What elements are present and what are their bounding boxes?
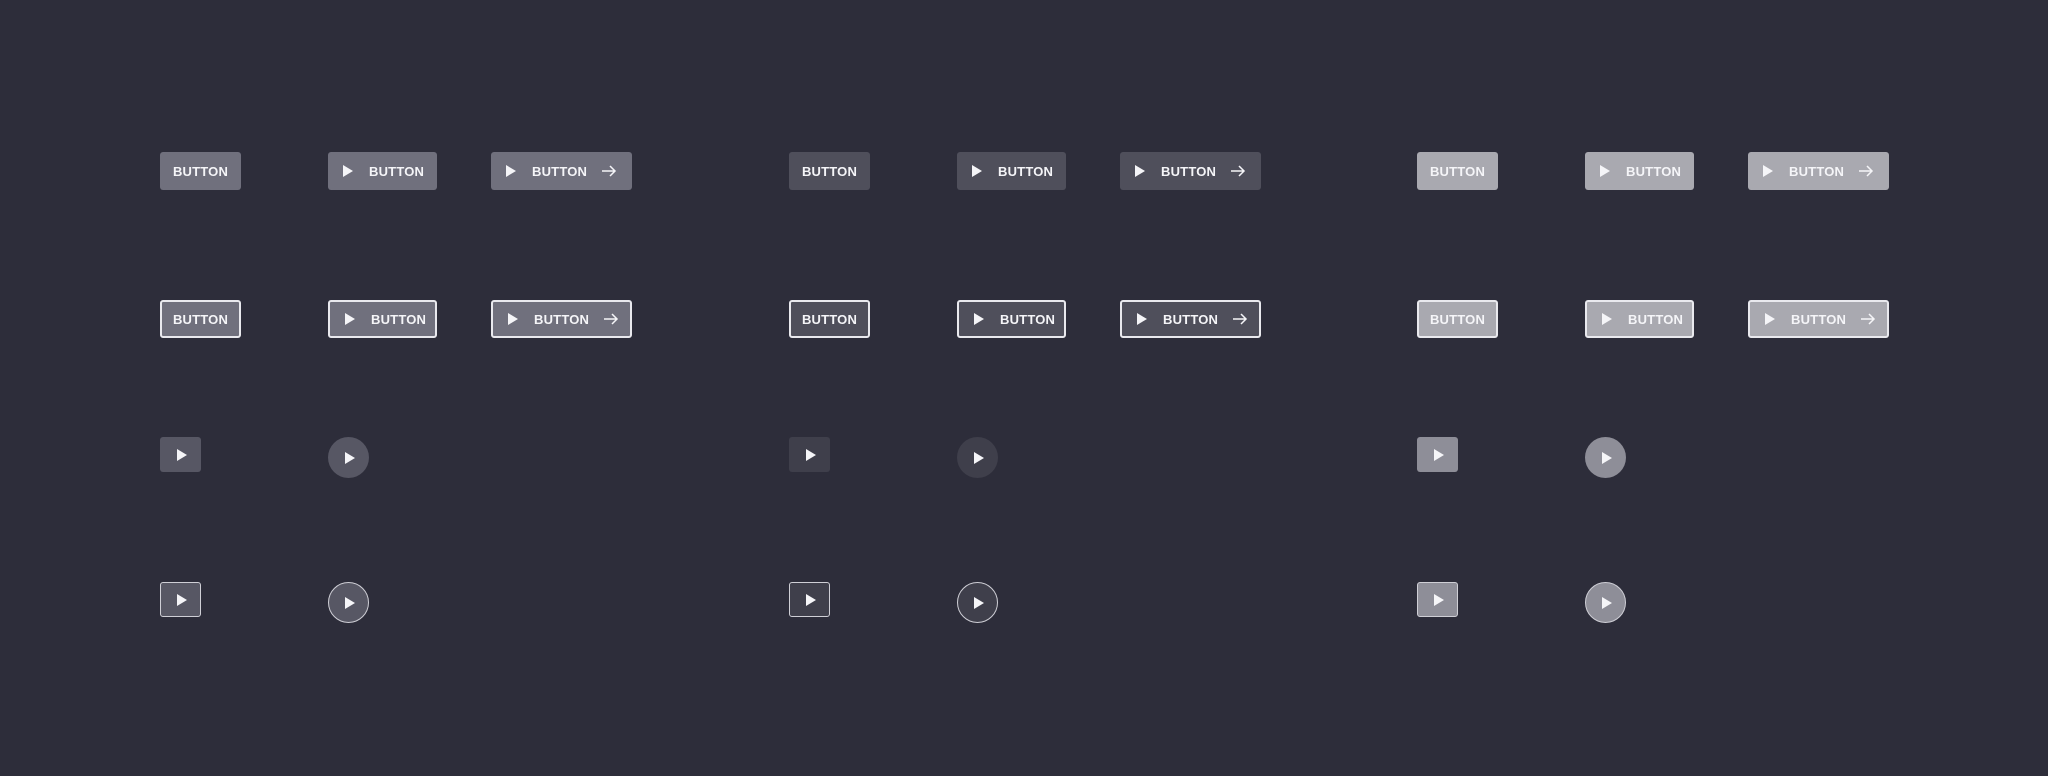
play-icon (806, 593, 816, 606)
button-label: BUTTON (532, 163, 588, 179)
play-icon (345, 313, 355, 325)
play-icon (1434, 448, 1444, 461)
button-label: BUTTON (172, 163, 229, 179)
play-icon (1137, 313, 1147, 325)
play-square-button-g3[interactable] (1417, 437, 1458, 472)
button-filled-play-g3[interactable]: BUTTON (1585, 152, 1694, 190)
button-outline-play-g3[interactable]: BUTTON (1585, 300, 1694, 338)
play-circle-button-g3[interactable] (1585, 437, 1626, 478)
button-label: BUTTON (801, 311, 858, 327)
play-icon (1765, 313, 1775, 325)
play-icon (177, 448, 187, 461)
play-icon (974, 596, 984, 609)
button-outline-g1[interactable]: BUTTON (160, 300, 241, 338)
button-label: BUTTON (801, 163, 858, 179)
play-icon (345, 451, 355, 464)
arrow-right-icon (1232, 312, 1248, 326)
button-filled-play-g2[interactable]: BUTTON (957, 152, 1066, 190)
button-label: BUTTON (172, 311, 229, 327)
play-icon (1763, 165, 1773, 177)
play-icon (974, 451, 984, 464)
play-circle-button-g2[interactable] (957, 437, 998, 478)
button-label: BUTTON (534, 311, 590, 327)
play-icon (1602, 313, 1612, 325)
play-circle-outline-button-g2[interactable] (957, 582, 998, 623)
play-icon (1135, 165, 1145, 177)
button-filled-play-g1[interactable]: BUTTON (328, 152, 437, 190)
button-outline-g2[interactable]: BUTTON (789, 300, 870, 338)
play-icon (1434, 593, 1444, 606)
button-outline-play-arrow-g3[interactable]: BUTTON (1748, 300, 1889, 338)
play-square-outline-button-g3[interactable] (1417, 582, 1458, 617)
button-filled-play-arrow-g3[interactable]: BUTTON (1748, 152, 1889, 190)
button-outline-play-g2[interactable]: BUTTON (957, 300, 1066, 338)
play-icon (1602, 596, 1612, 609)
button-filled-g1[interactable]: BUTTON (160, 152, 241, 190)
play-circle-outline-button-g1[interactable] (328, 582, 369, 623)
button-label: BUTTON (1429, 311, 1486, 327)
button-label: BUTTON (1628, 311, 1684, 327)
button-label: BUTTON (369, 163, 425, 179)
button-label: BUTTON (371, 311, 427, 327)
play-icon (1600, 165, 1610, 177)
play-icon (972, 165, 982, 177)
play-icon (1602, 451, 1612, 464)
button-label: BUTTON (1161, 163, 1217, 179)
play-icon (345, 596, 355, 609)
button-label: BUTTON (1626, 163, 1682, 179)
button-filled-g2[interactable]: BUTTON (789, 152, 870, 190)
button-label: BUTTON (998, 163, 1054, 179)
arrow-right-icon (1230, 164, 1246, 178)
arrow-right-icon (601, 164, 617, 178)
button-label: BUTTON (1000, 311, 1056, 327)
arrow-right-icon (603, 312, 619, 326)
play-square-button-g2[interactable] (789, 437, 830, 472)
button-label: BUTTON (1789, 163, 1845, 179)
play-icon (806, 448, 816, 461)
button-filled-play-arrow-g2[interactable]: BUTTON (1120, 152, 1261, 190)
play-square-outline-button-g2[interactable] (789, 582, 830, 617)
play-circle-outline-button-g3[interactable] (1585, 582, 1626, 623)
button-outline-play-arrow-g2[interactable]: BUTTON (1120, 300, 1261, 338)
play-icon (506, 165, 516, 177)
play-circle-button-g1[interactable] (328, 437, 369, 478)
play-square-button-g1[interactable] (160, 437, 201, 472)
button-label: BUTTON (1429, 163, 1486, 179)
button-filled-play-arrow-g1[interactable]: BUTTON (491, 152, 632, 190)
play-icon (508, 313, 518, 325)
button-outline-play-g1[interactable]: BUTTON (328, 300, 437, 338)
play-icon (343, 165, 353, 177)
button-filled-g3[interactable]: BUTTON (1417, 152, 1498, 190)
arrow-right-icon (1858, 164, 1874, 178)
button-label: BUTTON (1163, 311, 1219, 327)
button-outline-g3[interactable]: BUTTON (1417, 300, 1498, 338)
arrow-right-icon (1860, 312, 1876, 326)
button-outline-play-arrow-g1[interactable]: BUTTON (491, 300, 632, 338)
button-label: BUTTON (1791, 311, 1847, 327)
play-icon (974, 313, 984, 325)
play-square-outline-button-g1[interactable] (160, 582, 201, 617)
play-icon (177, 593, 187, 606)
